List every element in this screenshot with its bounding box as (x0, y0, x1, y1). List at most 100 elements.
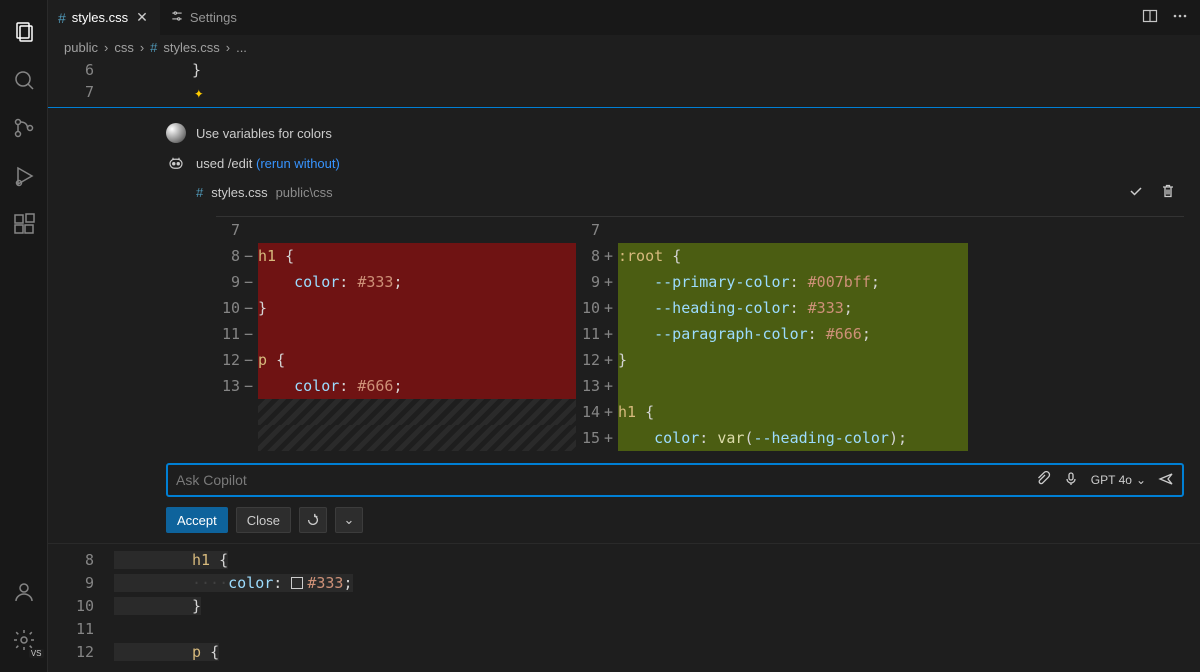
code-line[interactable]: 12 p { (48, 640, 1200, 663)
tab-bar: # styles.css ✕ Settings (48, 0, 1200, 35)
diff-viewer[interactable]: 7 7 8 − h1 { 8 + :root { 9 − color: #333… (216, 216, 1184, 451)
accept-button[interactable]: Accept (166, 507, 228, 533)
line-number: 11 (576, 321, 604, 347)
diff-sign: − (244, 373, 258, 399)
file-name[interactable]: styles.css (211, 185, 267, 200)
diff-old-content: } (258, 295, 576, 321)
line-number: 7 (576, 217, 604, 243)
split-editor-icon[interactable] (1142, 8, 1158, 27)
diff-old-content: p { (258, 347, 576, 373)
extensions-icon[interactable] (0, 200, 48, 248)
tab-settings[interactable]: Settings (160, 0, 247, 35)
diff-sign: − (244, 347, 258, 373)
search-icon[interactable] (0, 56, 48, 104)
diff-sign (244, 399, 258, 425)
chevron-right-icon: › (104, 40, 108, 55)
line-number: 8 (48, 551, 114, 569)
copilot-icon (166, 153, 186, 173)
line-number: 14 (576, 399, 604, 425)
used-text: used (196, 156, 228, 171)
code-line[interactable]: 8 h1 { (48, 548, 1200, 571)
send-icon[interactable] (1158, 471, 1174, 490)
retry-button[interactable] (299, 507, 327, 533)
sparkle-icon[interactable]: ✦ (194, 83, 204, 102)
line-number: 8 (216, 243, 244, 269)
close-icon[interactable]: ✕ (134, 9, 150, 26)
diff-row: 8 − h1 { 8 + :root { (216, 243, 1184, 269)
diff-old-content (258, 425, 576, 451)
diff-sign: + (604, 373, 618, 399)
diff-sign: + (604, 295, 618, 321)
diff-row: 7 7 (216, 217, 1184, 243)
editor-bottom-lines[interactable]: 8 h1 {9 ····color: #333;10 }11 12 p { (48, 544, 1200, 663)
diff-row: 11 − 11 + --paragraph-color: #666; (216, 321, 1184, 347)
accept-change-icon[interactable] (1128, 183, 1144, 202)
main-area: # styles.css ✕ Settings public › css › #… (48, 0, 1200, 672)
line-number (216, 425, 244, 451)
diff-sign: − (244, 295, 258, 321)
more-options-button[interactable]: ⌄ (335, 507, 363, 533)
line-number: 7 (48, 83, 114, 101)
diff-old-content: color: #666; (258, 373, 576, 399)
diff-row: 12 − p { 12 + } (216, 347, 1184, 373)
copilot-inline-chat: Use variables for colors used /edit (rer… (48, 107, 1200, 544)
tab-label: Settings (190, 10, 237, 25)
user-avatar (166, 123, 186, 143)
breadcrumb-segment[interactable]: styles.css (163, 40, 219, 55)
line-number: 13 (216, 373, 244, 399)
css-file-icon: # (150, 40, 157, 55)
line-number: 11 (48, 620, 114, 638)
diff-row: 15 + color: var(--heading-color); (216, 425, 1184, 451)
settings-gear-icon[interactable] (0, 616, 48, 664)
diff-row: 10 − } 10 + --heading-color: #333; (216, 295, 1184, 321)
chevron-down-icon: ⌄ (1136, 473, 1146, 487)
close-button[interactable]: Close (236, 507, 291, 533)
line-number: 12 (216, 347, 244, 373)
line-number: 10 (48, 597, 114, 615)
diff-row: 14 + h1 { (216, 399, 1184, 425)
breadcrumb-segment[interactable]: css (114, 40, 134, 55)
line-number: 7 (216, 217, 244, 243)
chevron-down-icon: ⌄ (344, 512, 355, 528)
line-number: 12 (48, 643, 114, 661)
rerun-without-link[interactable]: (rerun without) (256, 156, 340, 171)
attach-icon[interactable] (1035, 471, 1051, 490)
line-number: 10 (576, 295, 604, 321)
tab-styles-css[interactable]: # styles.css ✕ (48, 0, 160, 35)
code-text: } (114, 597, 201, 615)
diff-sign: + (604, 269, 618, 295)
line-number: 9 (216, 269, 244, 295)
model-picker[interactable]: GPT 4o ⌄ (1091, 473, 1146, 487)
diff-sign: + (604, 243, 618, 269)
code-line[interactable]: 9 ····color: #333; (48, 571, 1200, 594)
accounts-icon[interactable] (0, 568, 48, 616)
diff-sign (604, 217, 618, 243)
code-line[interactable]: 10 } (48, 594, 1200, 617)
source-control-icon[interactable] (0, 104, 48, 152)
diff-sign: + (604, 321, 618, 347)
code-line[interactable]: 11 (48, 617, 1200, 640)
file-path: public\css (276, 185, 333, 200)
diff-sign (244, 425, 258, 451)
line-number: 10 (216, 295, 244, 321)
diff-new-content: --paragraph-color: #666; (618, 321, 968, 347)
breadcrumb-segment[interactable]: public (64, 40, 98, 55)
diff-sign: + (604, 425, 618, 451)
editor-top-lines[interactable]: 6 } 7 ✦ (48, 59, 1200, 103)
more-actions-icon[interactable] (1172, 8, 1188, 27)
breadcrumb-segment[interactable]: ... (236, 40, 247, 55)
diff-new-content: color: var(--heading-color); (618, 425, 968, 451)
diff-new-content (618, 217, 968, 243)
line-number: 13 (576, 373, 604, 399)
run-debug-icon[interactable] (0, 152, 48, 200)
activity-bar (0, 0, 48, 672)
tab-label: styles.css (72, 10, 128, 25)
code-text: p { (114, 643, 219, 661)
breadcrumb[interactable]: public › css › # styles.css › ... (48, 35, 1200, 59)
ask-copilot-input[interactable] (176, 472, 1035, 488)
explorer-icon[interactable] (0, 8, 48, 56)
microphone-icon[interactable] (1063, 471, 1079, 490)
chevron-right-icon: › (140, 40, 144, 55)
discard-change-icon[interactable] (1160, 183, 1176, 202)
diff-new-content: --primary-color: #007bff; (618, 269, 968, 295)
